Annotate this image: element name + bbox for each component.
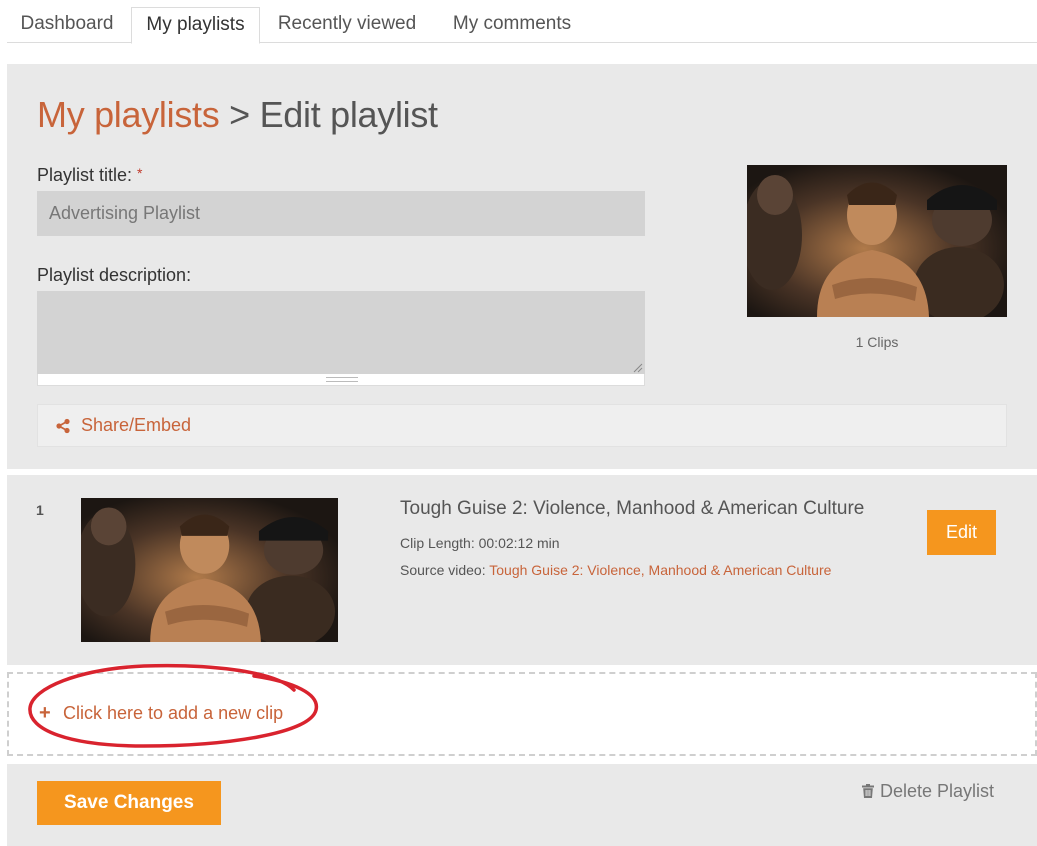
clip-thumbnail[interactable] (81, 498, 338, 642)
save-changes-button[interactable]: Save Changes (37, 781, 221, 825)
poster-image (81, 498, 338, 642)
tab-bar: Dashboard My playlists Recently viewed M… (7, 7, 1037, 44)
playlist-description-label: Playlist description: (37, 265, 192, 285)
share-icon (56, 418, 70, 434)
tab-recently-viewed[interactable]: Recently viewed (262, 7, 432, 43)
playlist-thumbnail (747, 165, 1007, 317)
clip-row: 1 Tough Guise 2: Violence, Manhood & Ame… (7, 475, 1037, 665)
delete-playlist-button[interactable]: Delete Playlist (862, 781, 994, 802)
edit-playlist-panel: My playlists > Edit playlist Playlist ti… (7, 64, 1037, 469)
clip-index: 1 (36, 502, 44, 518)
clip-source-prefix: Source video: (400, 562, 490, 578)
resize-corner-icon[interactable] (633, 363, 643, 373)
grip-icon (326, 377, 358, 382)
tab-dashboard[interactable]: Dashboard (7, 7, 127, 43)
textarea-resize-handle[interactable] (37, 374, 645, 386)
share-embed-button[interactable]: Share/Embed (37, 404, 1007, 447)
tab-my-playlists[interactable]: My playlists (131, 7, 260, 44)
delete-playlist-label: Delete Playlist (880, 781, 995, 801)
share-embed-label: Share/Embed (81, 415, 192, 435)
breadcrumb-separator: > (219, 94, 260, 135)
breadcrumb-my-playlists-link[interactable]: My playlists (37, 94, 220, 135)
plus-icon: + (39, 702, 51, 724)
tab-my-comments[interactable]: My comments (437, 7, 587, 43)
clip-source: Source video: Tough Guise 2: Violence, M… (400, 562, 831, 578)
poster-image (747, 165, 1007, 317)
page-title: My playlists > Edit playlist (37, 94, 438, 136)
edit-clip-button[interactable]: Edit (927, 510, 996, 555)
playlist-title-label: Playlist title: * (37, 165, 143, 185)
source-video-link[interactable]: Tough Guise 2: Violence, Manhood & Ameri… (489, 562, 831, 578)
add-new-clip-button[interactable]: + Click here to add a new clip (7, 672, 1037, 756)
bottom-action-bar: Save Changes Delete Playlist (7, 764, 1037, 846)
playlist-description-input[interactable] (37, 291, 645, 374)
required-marker: * (137, 165, 143, 181)
clip-length: Clip Length: 00:02:12 min (400, 535, 560, 551)
trash-icon (862, 784, 874, 798)
add-new-clip-label: Click here to add a new clip (63, 703, 284, 723)
breadcrumb-current: Edit playlist (259, 94, 438, 135)
playlist-title-input[interactable] (37, 191, 645, 236)
clip-count: 1 Clips (855, 334, 899, 350)
clip-title: Tough Guise 2: Violence, Manhood & Ameri… (400, 498, 865, 519)
